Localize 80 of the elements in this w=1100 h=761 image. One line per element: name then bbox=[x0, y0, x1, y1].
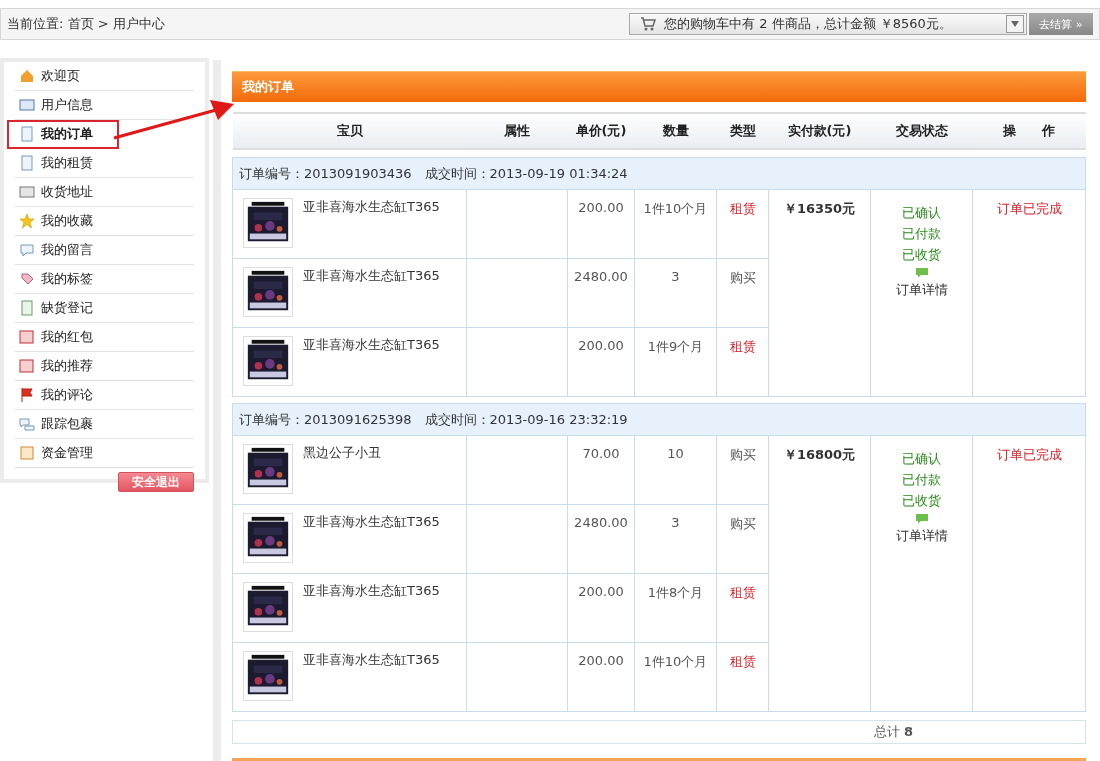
status-text: 已付款 bbox=[902, 471, 941, 490]
column-header: 类型 bbox=[716, 113, 769, 150]
arrow-icon bbox=[112, 98, 236, 142]
breadcrumb: 当前位置: 首页 > 用户中心 bbox=[7, 15, 165, 33]
sidebar-item[interactable]: 我的订单 bbox=[7, 120, 119, 149]
paid-cell: ￥16350元 bbox=[768, 189, 871, 397]
quantity-cell: 1件10个月 bbox=[634, 189, 717, 259]
sidebar-item[interactable]: 缺货登记 bbox=[15, 294, 194, 323]
flag-icon bbox=[19, 387, 35, 403]
sidebar-item[interactable]: 我的标签 bbox=[15, 265, 194, 294]
product-name[interactable]: 亚非喜海水生态缸T365 bbox=[303, 582, 440, 601]
column-header: 单价(元) bbox=[567, 113, 635, 150]
column-header: 操 作 bbox=[972, 113, 1086, 150]
column-header: 属性 bbox=[466, 113, 568, 150]
quantity-cell: 1件8个月 bbox=[634, 573, 717, 643]
home-icon bbox=[19, 68, 35, 84]
product-name[interactable]: 亚非喜海水生态缸T365 bbox=[303, 336, 440, 355]
sidebar-item[interactable]: 欢迎页 bbox=[15, 62, 194, 91]
sidebar-item[interactable]: 我的推荐 bbox=[15, 352, 194, 381]
order-detail-link[interactable]: 订单详情 bbox=[895, 527, 948, 546]
status-text: 已收货 bbox=[902, 246, 941, 265]
document-icon bbox=[19, 126, 35, 142]
product-name[interactable]: 亚非喜海水生态缸T365 bbox=[303, 267, 440, 286]
chat-icon bbox=[914, 513, 929, 525]
sidebar-item[interactable]: 我的评论 bbox=[15, 381, 194, 410]
order-header: 订单编号：2013091903436 成交时间：2013-09-19 01:34:24 bbox=[232, 157, 1086, 190]
cart-text: 您的购物车中有 2 件商品，总计金额 ￥8560元。 bbox=[664, 15, 953, 33]
operation-cell: 订单已完成 bbox=[972, 435, 1086, 712]
operation-cell: 订单已完成 bbox=[972, 189, 1086, 397]
order-detail-link[interactable]: 订单详情 bbox=[895, 281, 948, 300]
sidebar-item[interactable]: 用户信息 bbox=[15, 91, 194, 120]
order-header: 订单编号：2013091625398 成交时间：2013-09-16 23:32:19 bbox=[232, 403, 1086, 436]
sidebar-item[interactable]: 收货地址 bbox=[15, 178, 194, 207]
status-text: 已确认 bbox=[902, 450, 941, 469]
cart-summary[interactable]: 您的购物车中有 2 件商品，总计金额 ￥8560元。 bbox=[629, 13, 1027, 35]
status-text: 已付款 bbox=[902, 225, 941, 244]
column-header: 实付款(元) bbox=[768, 113, 871, 150]
column-header: 数量 bbox=[634, 113, 717, 150]
document-icon bbox=[19, 300, 35, 316]
sidebar-item[interactable]: 我的红包 bbox=[15, 323, 194, 352]
type-cell: 租赁 bbox=[716, 189, 769, 259]
sidebar-item[interactable]: 我的租赁 bbox=[15, 149, 194, 178]
box-icon bbox=[19, 445, 35, 461]
price-cell: 200.00 bbox=[567, 573, 635, 643]
speech-bubble-icon bbox=[19, 242, 35, 258]
quantity-cell: 10 bbox=[634, 435, 717, 505]
card-icon bbox=[19, 97, 35, 113]
chat-icon bbox=[914, 267, 929, 279]
product-name[interactable]: 亚非喜海水生态缸T365 bbox=[303, 651, 440, 670]
price-cell: 2480.00 bbox=[567, 504, 635, 574]
type-cell: 购买 bbox=[716, 435, 769, 505]
quantity-cell: 3 bbox=[634, 258, 717, 328]
sidebar-item[interactable]: 我的留言 bbox=[15, 236, 194, 265]
sidebar-item[interactable]: 我的收藏 bbox=[15, 207, 194, 236]
quantity-cell: 1件9个月 bbox=[634, 327, 717, 397]
dropdown-icon[interactable] bbox=[1006, 15, 1024, 33]
quantity-cell: 1件10个月 bbox=[634, 642, 717, 712]
status-text: 已收货 bbox=[902, 492, 941, 511]
sidebar-item[interactable]: 资金管理 bbox=[15, 439, 194, 468]
product-name[interactable]: 亚非喜海水生态缸T365 bbox=[303, 513, 440, 532]
quantity-cell: 3 bbox=[634, 504, 717, 574]
star-icon bbox=[19, 213, 35, 229]
column-header: 交易状态 bbox=[870, 113, 973, 150]
total-count: 总计 8 bbox=[873, 723, 913, 742]
document-icon bbox=[19, 155, 35, 171]
price-cell: 200.00 bbox=[567, 642, 635, 712]
panel-title: 我的订单 bbox=[232, 71, 1086, 103]
price-cell: 70.00 bbox=[567, 435, 635, 505]
paid-cell: ￥16800元 bbox=[768, 435, 871, 712]
chat-icon bbox=[19, 416, 35, 432]
column-header: 宝贝 bbox=[232, 113, 467, 150]
tag-icon bbox=[19, 271, 35, 287]
price-cell: 200.00 bbox=[567, 189, 635, 259]
price-cell: 2480.00 bbox=[567, 258, 635, 328]
product-name[interactable]: 亚非喜海水生态缸T365 bbox=[303, 198, 440, 217]
product-name[interactable]: 黑边公子小丑 bbox=[303, 444, 381, 463]
sidebar-item[interactable]: 跟踪包裹 bbox=[15, 410, 194, 439]
status-text: 已确认 bbox=[902, 204, 941, 223]
price-cell: 200.00 bbox=[567, 327, 635, 397]
cart-icon bbox=[640, 17, 656, 31]
